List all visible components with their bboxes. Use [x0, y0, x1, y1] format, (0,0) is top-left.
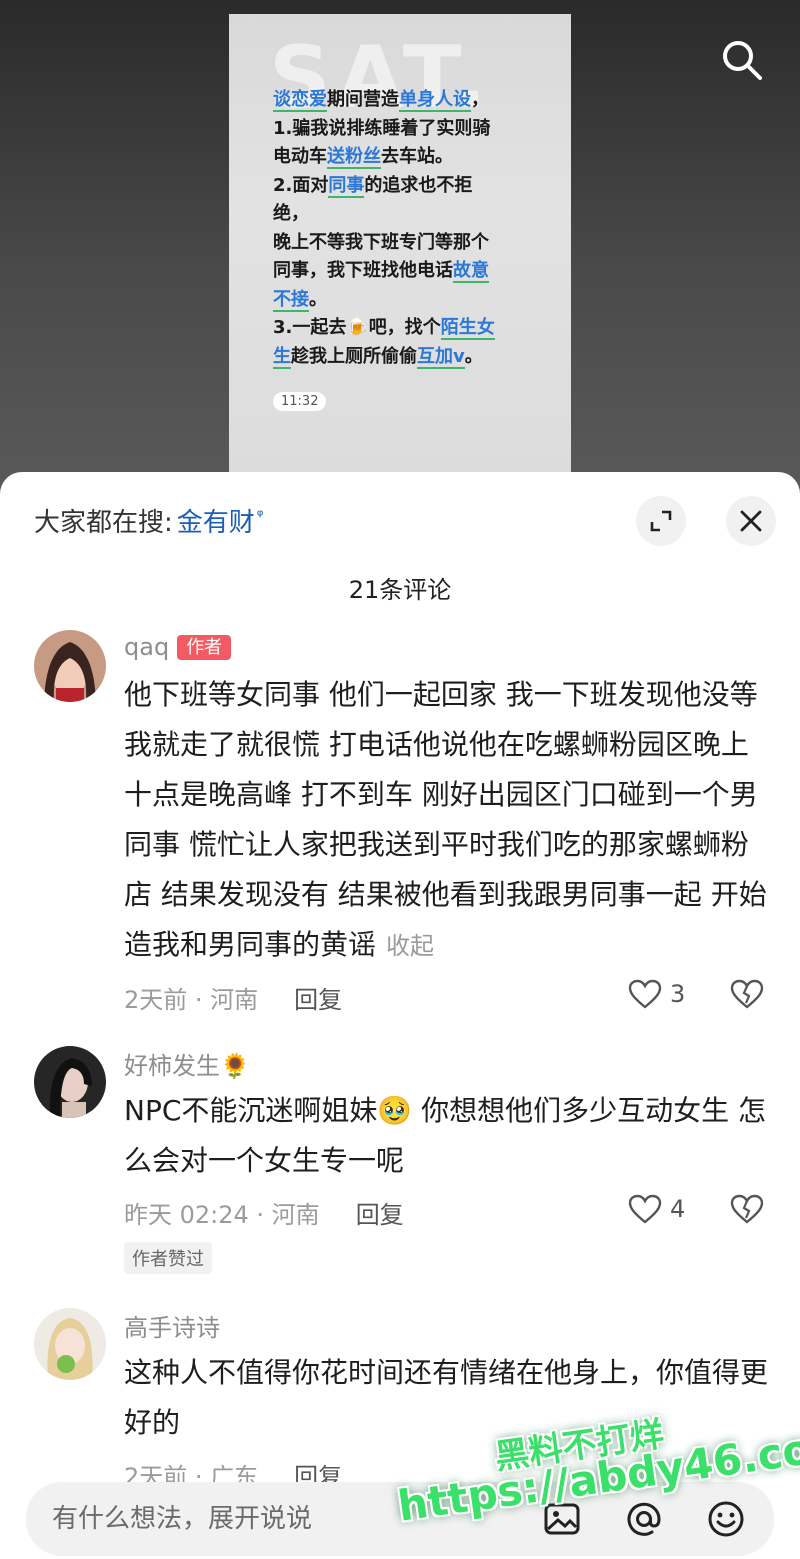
close-icon — [740, 510, 762, 532]
chat-timestamp: 11:32 — [273, 392, 327, 411]
chat-segment: 晚上不等我下班专门等那个 — [273, 231, 489, 253]
chat-segment: 去车站。 — [381, 146, 453, 167]
avatar[interactable] — [34, 1308, 106, 1380]
chat-keyword: 不接 — [273, 288, 309, 312]
like-button[interactable]: 4 — [628, 1194, 685, 1224]
chat-keyword: 单身人设 — [399, 89, 471, 112]
comment-text: 这种人不值得你花时间还有情绪在他身上，你值得更好的 — [124, 1356, 769, 1439]
at-icon[interactable] — [624, 1499, 664, 1539]
chat-line: 生趁我上厕所偷偷互加v。 — [273, 343, 533, 372]
comment-username[interactable]: qaq — [124, 633, 169, 661]
chat-segment: 电动车 — [273, 146, 327, 167]
chat-segment: 2.面对 — [273, 174, 329, 196]
collapse-link[interactable]: 收起 — [386, 932, 434, 960]
comment-username[interactable]: 好柿发生🌻 — [124, 1046, 250, 1081]
like-button[interactable]: 3 — [628, 979, 685, 1009]
search-button[interactable] — [716, 34, 768, 86]
chat-segment: 3.一起去🍺吧，找个 — [273, 317, 441, 338]
chat-segment: 绝， — [273, 203, 309, 224]
chat-line: 2.面对同事的追求也不拒 — [273, 172, 533, 201]
chat-segment: 1.骗我说排练睡着了实则骑 — [273, 117, 491, 139]
hot-search-keyword: 金有财 — [176, 508, 255, 538]
chat-keyword: 同事 — [328, 174, 365, 198]
author-liked-badge: 作者赞过 — [124, 1242, 212, 1274]
video-chat-screenshot: SAT. 谈恋爱期间营造单身人设， 1.骗我说排练睡着了实则骑 电动车送粉丝去车站。… — [229, 14, 571, 484]
chat-line: 不接。 — [273, 286, 533, 315]
broken-heart-icon — [730, 1194, 764, 1224]
search-icon — [723, 41, 762, 80]
expand-icon — [650, 510, 672, 532]
chat-line: 绝， — [273, 200, 533, 229]
like-count: 4 — [670, 1195, 686, 1223]
comment-count: 21条评论 — [348, 576, 452, 604]
comment-input-placeholder[interactable]: 有什么想法，展开说说 — [52, 1482, 312, 1556]
chat-segment: 趁我上厕所偷偷 — [291, 345, 417, 367]
like-count: 3 — [670, 980, 686, 1008]
chat-keyword: 送粉丝 — [327, 146, 381, 169]
avatar[interactable] — [34, 1046, 106, 1118]
heart-icon — [628, 1194, 662, 1224]
chat-line: 谈恋爱期间营造单身人设， — [273, 86, 533, 115]
chat-segment: 同事，我下班找他电话 — [273, 260, 453, 281]
reply-button[interactable]: 回复 — [356, 1195, 404, 1230]
chat-message-text: 谈恋爱期间营造单身人设， 1.骗我说排练睡着了实则骑 电动车送粉丝去车站。 2.面对同… — [273, 86, 533, 371]
chat-segment: 。 — [309, 288, 327, 310]
dislike-button[interactable] — [730, 1194, 764, 1230]
chat-keyword: 谈恋爱 — [273, 89, 327, 112]
chat-keyword: 陌生女 — [440, 317, 495, 340]
chat-line: 同事，我下班找他电话故意 — [273, 257, 533, 286]
expand-button[interactable] — [636, 496, 686, 546]
comment-text: NPC不能沉迷啊姐妹🥹 你想想他们多少互动女生 怎么会对一个女生专一呢 — [124, 1094, 767, 1177]
comment-meta: 昨天 02:24 · 河南 — [124, 1200, 320, 1229]
dislike-button[interactable] — [730, 979, 764, 1015]
broken-heart-icon — [730, 979, 764, 1009]
comment-text: 他下班等女同事 他们一起回家 我一下班发现他没等我就走了就很慌 打电话他说他在吃… — [124, 678, 767, 961]
chat-keyword: 互加v — [417, 345, 465, 369]
close-button[interactable] — [726, 496, 776, 546]
chat-segment: 的追求也不拒 — [364, 174, 473, 196]
reply-button[interactable]: 回复 — [294, 980, 342, 1015]
chat-line: 晚上不等我下班专门等那个 — [273, 229, 533, 258]
chat-keyword: 生 — [273, 345, 291, 369]
chat-keyword: 故意 — [453, 260, 489, 283]
avatar[interactable] — [34, 630, 106, 702]
hot-search-link[interactable]: 大家都在搜: 金有财 ᵠ — [34, 502, 263, 539]
chat-segment: 。 — [464, 345, 483, 367]
small-search-icon: ᵠ — [256, 506, 264, 525]
chat-segment: 期间营造 — [327, 89, 399, 110]
emoji-icon[interactable] — [706, 1499, 746, 1539]
chat-line: 电动车送粉丝去车站。 — [273, 143, 533, 172]
heart-icon — [628, 979, 662, 1009]
author-badge: 作者 — [177, 634, 232, 660]
chat-segment: ， — [471, 89, 489, 110]
hot-search-label: 大家都在搜: — [34, 508, 173, 538]
comment-username[interactable]: 高手诗诗 — [124, 1308, 220, 1343]
comment-sheet: 大家都在搜: 金有财 ᵠ 21条评论 qaq 作者 他下班等女同事 他们一起回家… — [0, 472, 800, 1559]
chat-line: 1.骗我说排练睡着了实则骑 — [273, 115, 533, 144]
comment-meta: 2天前 · 河南 — [124, 985, 259, 1014]
chat-line: 3.一起去🍺吧，找个陌生女 — [273, 314, 533, 343]
